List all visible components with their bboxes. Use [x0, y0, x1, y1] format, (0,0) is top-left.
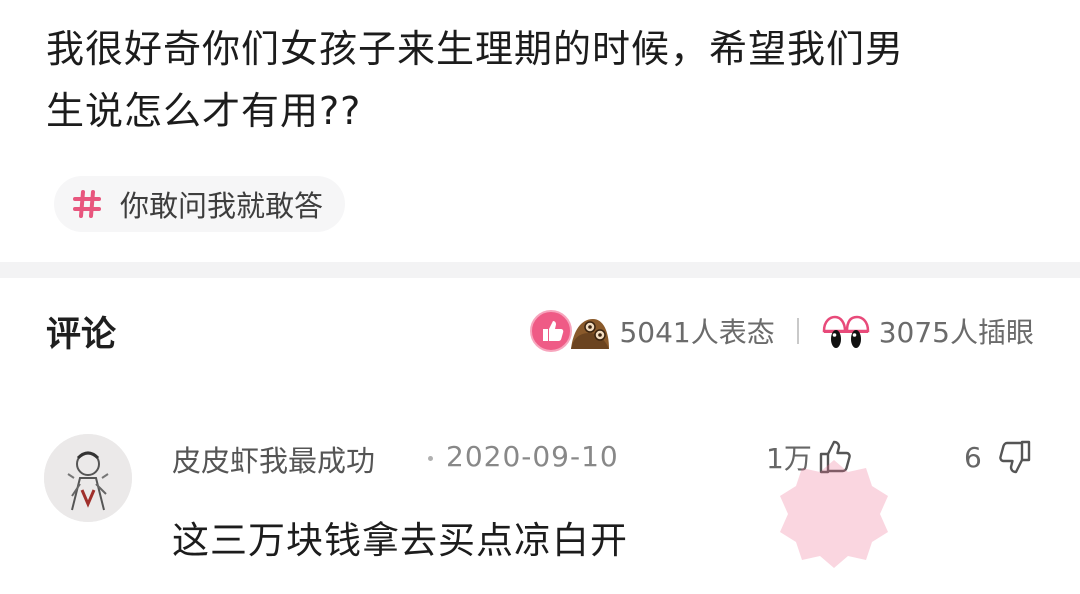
- topic-label: 你敢问我就敢答: [120, 189, 324, 223]
- comment-author[interactable]: 皮皮虾我最成功: [172, 438, 375, 480]
- comment-text: 这三万块钱拿去买点凉白开: [172, 519, 628, 562]
- dislike-count: 6: [964, 440, 982, 474]
- peek-count: 3075人插眼: [878, 316, 1034, 349]
- dislike-button[interactable]: 6: [964, 434, 1034, 480]
- comment-date: 2020-09-10: [446, 440, 619, 473]
- comments-title: 评论: [46, 315, 117, 355]
- eyes-reaction-icon: [821, 309, 871, 353]
- meta-dot: [428, 456, 433, 461]
- question-line-1: 我很好奇你们女孩子来生理期的时候，希望我们男: [46, 27, 905, 71]
- question-line-2: 生说怎么才有用??: [46, 89, 362, 133]
- post-card: 我很好奇你们女孩子来生理期的时候，希望我们男 生说怎么才有用?? 你敢问我就敢答: [0, 0, 1080, 262]
- screen: 我很好奇你们女孩子来生理期的时候，希望我们男 生说怎么才有用?? 你敢问我就敢答…: [0, 0, 1080, 594]
- reaction-summary[interactable]: 5041人表态 3075人插眼: [529, 306, 1034, 356]
- comment-item: 皮皮虾我最成功 2020-09-10 1万 6 这三万块钱拿去买点凉白开: [0, 420, 1080, 594]
- thumb-down-icon: [994, 437, 1034, 477]
- mole-reaction-icon: [567, 309, 611, 353]
- watermark-badge-icon: [774, 454, 894, 574]
- hash-icon: [70, 187, 104, 221]
- reaction-separator: [796, 318, 799, 344]
- topic-tag[interactable]: 你敢问我就敢答: [54, 176, 346, 232]
- post-question: 我很好奇你们女孩子来生理期的时候，希望我们男 生说怎么才有用??: [46, 18, 1036, 142]
- avatar[interactable]: [44, 434, 132, 522]
- react-count: 5041人表态: [619, 316, 775, 349]
- section-divider: [0, 262, 1080, 278]
